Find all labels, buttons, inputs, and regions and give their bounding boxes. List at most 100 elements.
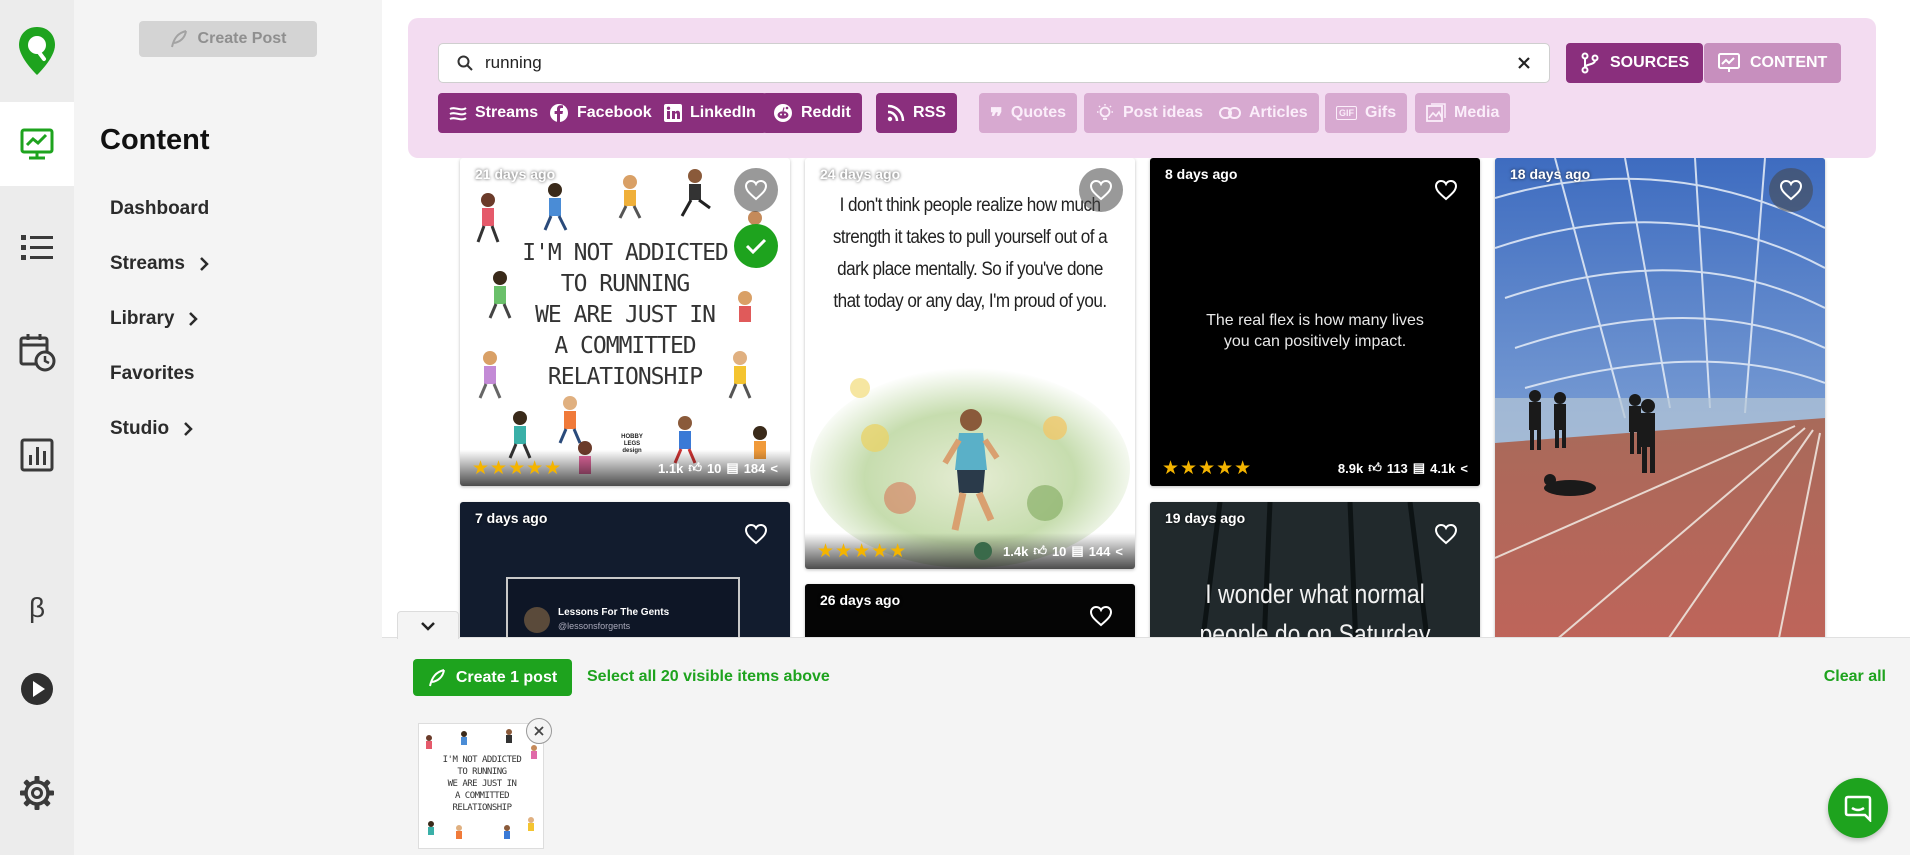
quote-line: I'M NOT ADDICTED	[442, 755, 522, 765]
image-icon	[1426, 103, 1446, 122]
chip-post-ideas[interactable]: Post ideas	[1084, 93, 1215, 133]
create-post-button[interactable]: Create Post	[139, 21, 317, 57]
gear-icon[interactable]	[0, 763, 74, 823]
card-stats: 8.9k 👍︎ 113 ▤ 4.1k <	[1338, 460, 1468, 476]
quote-line: RELATIONSHIP	[547, 364, 703, 390]
branch-icon	[1581, 52, 1599, 74]
chip-label: Media	[1454, 104, 1500, 121]
bar-chart-icon[interactable]	[0, 425, 74, 485]
sidebar-item-label: Library	[110, 308, 175, 329]
content-card[interactable]: 26 days ago	[805, 584, 1135, 637]
chip-quotes[interactable]: ❞ Quotes	[979, 93, 1078, 133]
avatar	[524, 607, 550, 633]
selection-tray: Create 1 post Select all 20 visible item…	[382, 637, 1910, 855]
favorite-heart-icon[interactable]	[1424, 168, 1468, 212]
chip-gifs[interactable]: GIF Gifs	[1325, 93, 1408, 133]
clear-all-link[interactable]: Clear all	[1824, 668, 1886, 686]
create-post-label: Create 1 post	[455, 668, 558, 686]
chip-rss[interactable]: RSS	[876, 93, 957, 133]
thumbs-up-icon: 👍︎	[688, 460, 702, 475]
chip-linkedin[interactable]: LinkedIn	[653, 93, 767, 133]
chevron-right-icon	[200, 257, 209, 271]
sidebar-item-favorites[interactable]: Favorites	[110, 363, 194, 385]
link-icon	[1219, 107, 1241, 119]
content-icon	[1718, 53, 1740, 72]
content-icon[interactable]	[0, 114, 74, 174]
content-area: SOURCES CONTENT Streams Facebook LinkedI…	[382, 0, 1910, 637]
search-input[interactable]	[485, 53, 1517, 73]
likes-count: 1.1k	[658, 460, 684, 476]
comments-count: 10	[706, 460, 722, 476]
quote-line: you can positively impact.	[1223, 333, 1407, 350]
content-card[interactable]: I don't think people realize how much st…	[805, 158, 1135, 569]
chip-label: RSS	[913, 104, 946, 121]
quote-line: TO RUNNING	[560, 271, 690, 297]
card-footer: ★★★★★ 1.4k 👍︎ 10 ▤ 144 <	[805, 533, 1135, 569]
selected-check-icon[interactable]	[734, 224, 778, 268]
avatar	[974, 542, 993, 560]
create-post-button[interactable]: Create 1 post	[413, 659, 572, 696]
content-button[interactable]: CONTENT	[1704, 43, 1842, 83]
card-stats: 1.4k 👍︎ 10 ▤ 144 <	[974, 542, 1123, 560]
chat-support-button[interactable]	[1828, 778, 1888, 838]
card-stats: 1.1k 👍︎ 10 ▤ 184 <	[658, 460, 778, 476]
sidebar-item-streams[interactable]: Streams	[110, 253, 209, 275]
content-card[interactable]: I'M NOT ADDICTED TO RUNNING WE ARE JUST …	[460, 158, 790, 486]
content-card[interactable]: Lessons For The Gents @lessonsforgents 7…	[460, 502, 790, 637]
favorite-heart-icon[interactable]	[1424, 512, 1468, 556]
comments-count: 10	[1051, 543, 1067, 559]
search-box	[438, 43, 1550, 83]
card-age: 26 days ago	[820, 592, 901, 608]
search-icon	[457, 55, 473, 71]
collapse-tray-button[interactable]	[397, 611, 459, 639]
thumbs-up-icon: 👍︎	[1368, 460, 1382, 475]
chevron-right-icon	[184, 422, 193, 436]
logo-pin-icon[interactable]	[0, 0, 74, 102]
chip-articles[interactable]: Articles	[1208, 93, 1319, 133]
share-icon: <	[770, 460, 778, 476]
chip-label: Quotes	[1010, 104, 1067, 121]
embed-title: Lessons For The Gents	[558, 607, 670, 618]
icon-rail: β	[0, 0, 74, 855]
favorite-heart-icon[interactable]	[1079, 168, 1123, 212]
beta-icon[interactable]: β	[0, 578, 74, 638]
feather-icon	[170, 30, 187, 48]
favorite-heart-icon[interactable]	[734, 168, 778, 212]
content-label: CONTENT	[1750, 54, 1828, 71]
favorite-heart-icon[interactable]	[734, 512, 778, 556]
embed-handle: @lessonsforgents	[558, 621, 631, 631]
favorite-heart-icon[interactable]	[1769, 168, 1813, 212]
search-panel: SOURCES CONTENT Streams Facebook LinkedI…	[408, 18, 1876, 158]
card-footer: ★★★★★ 8.9k 👍︎ 113 ▤ 4.1k <	[1150, 450, 1480, 486]
list-icon[interactable]	[0, 218, 74, 278]
close-icon[interactable]	[1517, 56, 1531, 70]
chip-facebook[interactable]: Facebook	[538, 93, 663, 133]
card-age: 19 days ago	[1165, 510, 1246, 526]
remove-thumbnail-close-icon[interactable]	[526, 718, 552, 744]
facebook-icon	[550, 104, 568, 122]
chip-streams[interactable]: Streams	[438, 93, 550, 133]
feather-icon	[428, 668, 445, 686]
sources-button[interactable]: SOURCES	[1566, 43, 1704, 83]
select-all-link[interactable]: Select all 20 visible items above	[587, 668, 830, 686]
sidebar-item-label: Studio	[110, 418, 170, 439]
chip-media[interactable]: Media	[1415, 93, 1511, 133]
chip-reddit[interactable]: Reddit	[762, 93, 862, 133]
sidebar-item-label: Dashboard	[110, 198, 210, 219]
card-age: 21 days ago	[475, 166, 556, 182]
rating-stars: ★★★★★	[472, 457, 563, 479]
content-card[interactable]: 18 days ago	[1495, 158, 1825, 637]
sidebar-item-dashboard[interactable]: Dashboard	[110, 198, 209, 220]
play-icon[interactable]	[0, 659, 74, 719]
shares-count: 4.1k	[1430, 460, 1456, 476]
sidebar-item-studio[interactable]: Studio	[110, 418, 193, 440]
content-card[interactable]: The real flex is how many lives you can …	[1150, 158, 1480, 486]
favorite-heart-icon[interactable]	[1079, 594, 1123, 637]
shares-count: 184	[743, 460, 766, 476]
calendar-clock-icon[interactable]	[0, 322, 74, 382]
sidebar-item-label: Streams	[110, 253, 185, 274]
sidebar-item-library[interactable]: Library	[110, 308, 199, 330]
linkedin-icon	[664, 104, 682, 122]
running-track-photo	[1495, 158, 1825, 637]
content-card[interactable]: I wonder what normal people do on Saturd…	[1150, 502, 1480, 637]
